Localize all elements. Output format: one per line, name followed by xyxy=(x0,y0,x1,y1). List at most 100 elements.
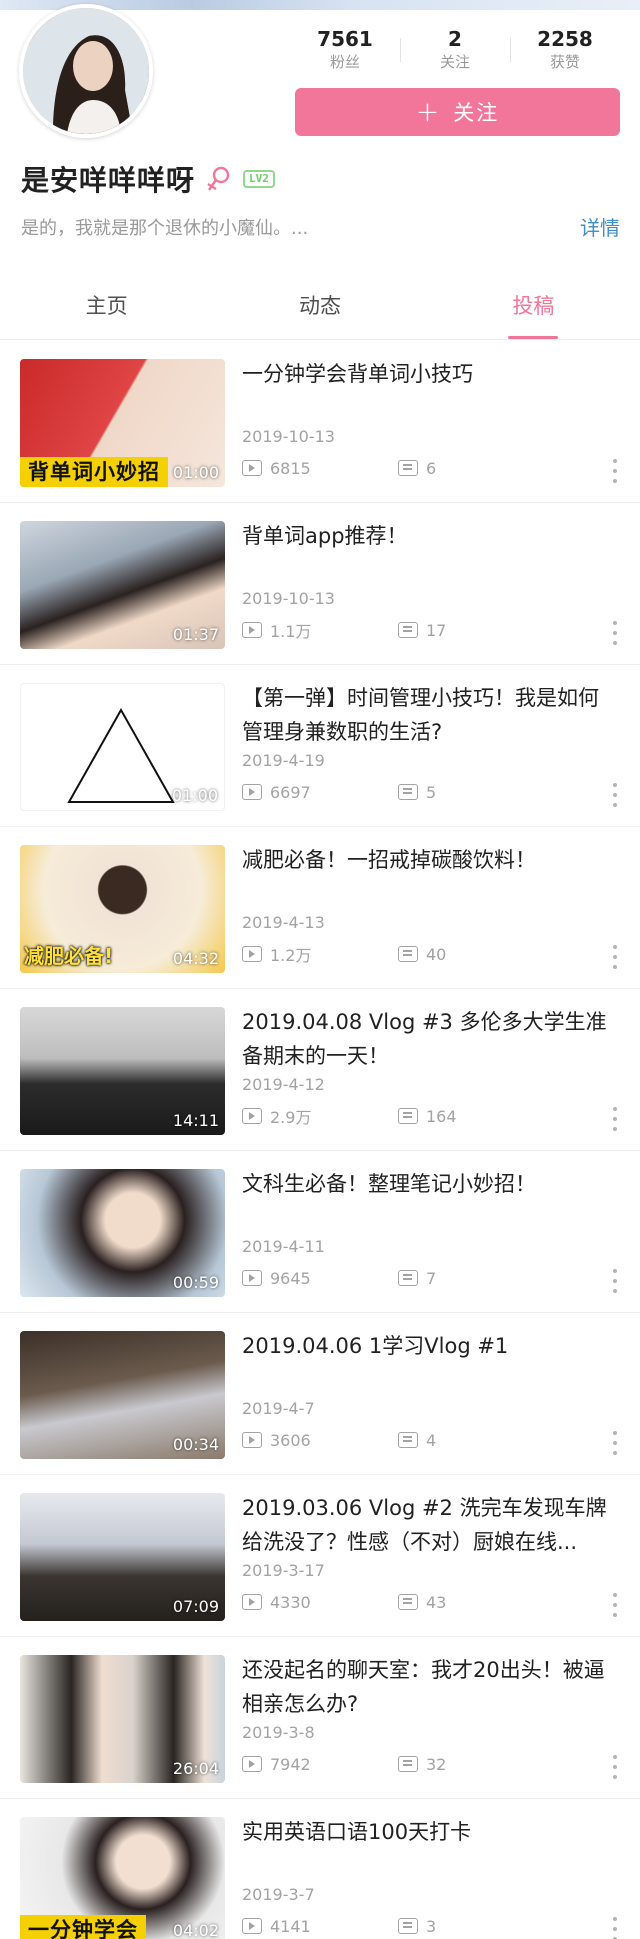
tab-home[interactable]: 主页 xyxy=(0,280,213,339)
video-thumbnail[interactable]: 背单词小妙招 01:00 xyxy=(20,359,225,487)
more-options-icon[interactable] xyxy=(612,1593,618,1617)
tab-activity[interactable]: 动态 xyxy=(213,280,426,339)
video-title[interactable]: 2019.03.06 Vlog #2 洗完车发现车牌给洗没了？性感（不对）厨娘在… xyxy=(242,1491,618,1559)
video-title[interactable]: 还没起名的聊天室：我才20出头！被逼相亲怎么办? xyxy=(242,1653,618,1721)
video-title[interactable]: 减肥必备！一招戒掉碳酸饮料！ xyxy=(242,843,618,877)
video-duration: 01:00 xyxy=(171,786,218,805)
video-duration: 26:04 xyxy=(172,1759,219,1778)
video-title[interactable]: 文科生必备！整理笔记小妙招！ xyxy=(242,1167,618,1201)
video-thumbnail[interactable]: 14:11 xyxy=(20,1007,225,1135)
danmaku-icon xyxy=(398,1918,418,1934)
video-item[interactable]: 14:11 2019.04.08 Vlog #3 多伦多大学生准备期末的一天！ … xyxy=(0,989,640,1151)
more-options-icon[interactable] xyxy=(612,459,618,483)
play-count-icon xyxy=(242,460,262,476)
video-item[interactable]: 00:34 2019.04.06 1学习Vlog #1 2019-4-7 360… xyxy=(0,1313,640,1475)
play-count-icon xyxy=(242,1918,262,1934)
level-badge: LV2 xyxy=(243,170,275,188)
danmaku-icon xyxy=(398,1432,418,1448)
plus-icon: + xyxy=(415,95,442,128)
video-metrics: 1.1万 17 xyxy=(242,619,592,641)
more-options-icon[interactable] xyxy=(612,1431,618,1455)
video-item[interactable]: 26:04 还没起名的聊天室：我才20出头！被逼相亲怎么办? 2019-3-8 … xyxy=(0,1637,640,1799)
video-duration: 04:02 xyxy=(172,1921,219,1939)
stat-likes[interactable]: 2258 获赞 xyxy=(510,26,620,78)
video-date: 2019-4-13 xyxy=(242,913,325,932)
video-thumbnail[interactable]: 01:37 xyxy=(20,521,225,649)
video-title[interactable]: 2019.04.06 1学习Vlog #1 xyxy=(242,1329,618,1363)
video-date: 2019-3-8 xyxy=(242,1723,315,1742)
stat-value: 7561 xyxy=(317,27,373,51)
danmaku-icon xyxy=(398,1756,418,1772)
danmaku-count: 40 xyxy=(426,944,447,964)
play-count: 1.2万 xyxy=(270,946,312,965)
video-date: 2019-4-7 xyxy=(242,1399,315,1418)
video-list: 背单词小妙招 01:00 一分钟学会背单词小技巧 2019-10-13 6815… xyxy=(0,341,640,1939)
profile-name-row: 是安咩咩咩呀 LV2 xyxy=(21,158,275,200)
video-item[interactable]: 背单词小妙招 01:00 一分钟学会背单词小技巧 2019-10-13 6815… xyxy=(0,341,640,503)
video-thumbnail[interactable]: 减肥必备! 04:32 xyxy=(20,845,225,973)
play-count: 3606 xyxy=(270,1430,311,1450)
avatar[interactable] xyxy=(19,4,153,138)
more-options-icon[interactable] xyxy=(612,1107,618,1131)
female-icon xyxy=(205,164,233,194)
video-thumbnail[interactable]: 07:09 xyxy=(20,1493,225,1621)
video-metrics: 9645 7 xyxy=(242,1267,592,1289)
video-date: 2019-4-19 xyxy=(242,751,325,770)
danmaku-count: 32 xyxy=(426,1754,447,1774)
video-item[interactable]: 07:09 2019.03.06 Vlog #2 洗完车发现车牌给洗没了？性感（… xyxy=(0,1475,640,1637)
follow-button[interactable]: + 关注 xyxy=(295,88,620,136)
video-title[interactable]: 背单词app推荐！ xyxy=(242,519,618,553)
video-duration: 14:11 xyxy=(172,1111,219,1130)
play-count-icon xyxy=(242,946,262,962)
play-count: 7942 xyxy=(270,1754,311,1774)
video-date: 2019-4-12 xyxy=(242,1075,325,1094)
danmaku-count: 164 xyxy=(426,1106,457,1126)
more-options-icon[interactable] xyxy=(612,621,618,645)
video-thumbnail[interactable]: 01:00 xyxy=(20,683,225,811)
stat-label: 粉丝 xyxy=(329,53,360,71)
video-item[interactable]: 01:37 背单词app推荐！ 2019-10-13 1.1万 17 xyxy=(0,503,640,665)
video-title[interactable]: 实用英语口语100天打卡 xyxy=(242,1815,618,1849)
play-count: 4330 xyxy=(270,1592,311,1612)
video-thumbnail[interactable]: 00:34 xyxy=(20,1331,225,1459)
danmaku-count: 6 xyxy=(426,458,437,478)
stat-following[interactable]: 2 关注 xyxy=(400,26,510,78)
video-thumbnail[interactable]: 一分钟学会 04:02 xyxy=(20,1817,225,1939)
video-date: 2019-10-13 xyxy=(242,427,335,446)
more-options-icon[interactable] xyxy=(612,945,618,969)
thumbnail-caption: 一分钟学会 xyxy=(20,1915,146,1939)
more-options-icon[interactable] xyxy=(612,1917,618,1939)
video-item[interactable]: 减肥必备! 04:32 减肥必备！一招戒掉碳酸饮料！ 2019-4-13 1.2… xyxy=(0,827,640,989)
profile-name: 是安咩咩咩呀 xyxy=(21,164,196,197)
stat-value: 2258 xyxy=(537,27,593,51)
stat-followers[interactable]: 7561 粉丝 xyxy=(290,26,400,78)
detail-link[interactable]: 详情 xyxy=(580,212,620,241)
video-item[interactable]: 00:59 文科生必备！整理笔记小妙招！ 2019-4-11 9645 7 xyxy=(0,1151,640,1313)
danmaku-count: 17 xyxy=(426,620,447,640)
video-title[interactable]: 【第一弹】时间管理小技巧！我是如何管理身兼数职的生活? xyxy=(242,681,618,749)
more-options-icon[interactable] xyxy=(612,1755,618,1779)
more-options-icon[interactable] xyxy=(612,1269,618,1293)
danmaku-count: 5 xyxy=(426,782,437,802)
video-item[interactable]: 01:00 【第一弹】时间管理小技巧！我是如何管理身兼数职的生活? 2019-4… xyxy=(0,665,640,827)
danmaku-icon xyxy=(398,460,418,476)
play-count: 1.1万 xyxy=(270,622,312,641)
video-thumbnail[interactable]: 00:59 xyxy=(20,1169,225,1297)
more-options-icon[interactable] xyxy=(612,783,618,807)
thumbnail-caption: 背单词小妙招 xyxy=(20,457,168,487)
video-item[interactable]: 一分钟学会 04:02 实用英语口语100天打卡 2019-3-7 4141 3 xyxy=(0,1799,640,1939)
video-thumbnail[interactable]: 26:04 xyxy=(20,1655,225,1783)
video-title[interactable]: 2019.04.08 Vlog #3 多伦多大学生准备期末的一天！ xyxy=(242,1005,618,1073)
play-count: 2.9万 xyxy=(270,1108,312,1127)
video-title[interactable]: 一分钟学会背单词小技巧 xyxy=(242,357,618,391)
video-metrics: 1.2万 40 xyxy=(242,943,592,965)
tab-uploads[interactable]: 投稿 xyxy=(427,280,640,339)
stat-label: 关注 xyxy=(439,53,470,71)
video-metrics: 4330 43 xyxy=(242,1591,592,1613)
video-metrics: 2.9万 164 xyxy=(242,1105,592,1127)
play-count-icon xyxy=(242,784,262,800)
video-date: 2019-3-17 xyxy=(242,1561,325,1580)
profile-bio: 是的，我就是那个退休的小魔仙。... xyxy=(21,218,309,239)
play-count-icon xyxy=(242,1270,262,1286)
danmaku-icon xyxy=(398,1594,418,1610)
